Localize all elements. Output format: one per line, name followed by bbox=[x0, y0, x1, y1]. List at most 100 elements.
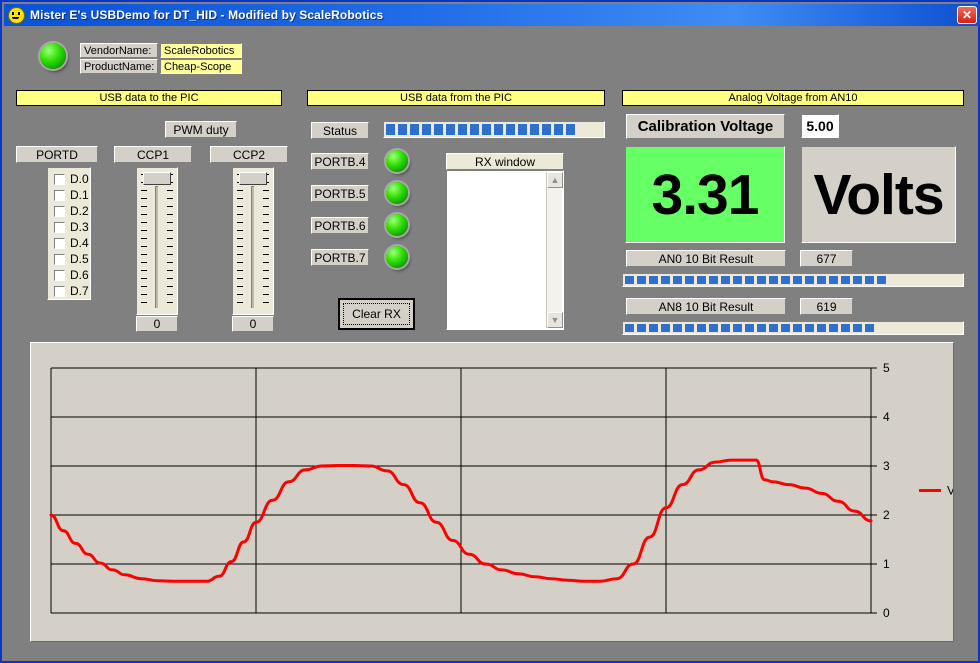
calibration-voltage-input[interactable]: 5.00 bbox=[801, 114, 839, 138]
usb-to-pic-header: USB data to the PIC bbox=[16, 90, 282, 106]
bar-segment bbox=[530, 124, 539, 135]
bar-segment bbox=[745, 324, 754, 332]
y-tick-label: 2 bbox=[883, 508, 890, 522]
bar-segment bbox=[542, 124, 551, 135]
bar-segment bbox=[709, 324, 718, 332]
bar-segment bbox=[733, 276, 742, 284]
ccp1-slider[interactable] bbox=[136, 167, 178, 315]
portd-bit-row: D.0 bbox=[54, 171, 90, 187]
bar-segment bbox=[410, 124, 419, 135]
bar-segment bbox=[625, 276, 634, 284]
bar-segment bbox=[398, 124, 407, 135]
smiley-icon bbox=[8, 7, 25, 24]
bar-segment bbox=[637, 276, 646, 284]
ccp2-slider-thumb[interactable] bbox=[239, 172, 267, 185]
bar-segment bbox=[769, 276, 778, 284]
title-bar: Mister E's USBDemo for DT_HID - Modified… bbox=[4, 4, 980, 26]
rx-window-scrollbar[interactable]: ▲ ▼ bbox=[546, 172, 562, 328]
application-window: Mister E's USBDemo for DT_HID - Modified… bbox=[0, 0, 980, 663]
voltage-chart: 012345Volts bbox=[31, 343, 953, 641]
portd-bit-row: D.6 bbox=[54, 267, 90, 283]
bar-segment bbox=[649, 324, 658, 332]
portd-checkbox-label: D.0 bbox=[70, 172, 89, 186]
ccp2-ticks-right bbox=[263, 174, 269, 310]
bar-segment bbox=[721, 324, 730, 332]
bar-segment bbox=[458, 124, 467, 135]
ccp2-value: 0 bbox=[232, 316, 274, 332]
product-name-label: ProductName: bbox=[80, 59, 158, 74]
pwm-duty-label: PWM duty bbox=[165, 121, 237, 138]
bar-segment bbox=[853, 276, 862, 284]
ccp1-slider-track bbox=[155, 186, 158, 308]
scroll-up-icon[interactable]: ▲ bbox=[547, 172, 563, 188]
usb-from-pic-header: USB data from the PIC bbox=[307, 90, 605, 106]
y-tick-label: 0 bbox=[883, 606, 890, 620]
ccp2-label: CCP2 bbox=[210, 146, 288, 163]
bar-segment bbox=[877, 276, 886, 284]
portd-checkbox-label: D.4 bbox=[70, 236, 89, 250]
bar-segment bbox=[554, 124, 563, 135]
scroll-down-icon[interactable]: ▼ bbox=[547, 312, 563, 328]
ccp2-slider[interactable] bbox=[232, 167, 274, 315]
portd-checkbox-label: D.6 bbox=[70, 268, 89, 282]
voltage-reading-display: 3.31 bbox=[625, 146, 785, 243]
bar-segment bbox=[637, 324, 646, 332]
bar-segment bbox=[793, 276, 802, 284]
bar-segment bbox=[829, 324, 838, 332]
bar-segment bbox=[853, 324, 862, 332]
portd-label: PORTD bbox=[16, 146, 98, 163]
window-title: Mister E's USBDemo for DT_HID - Modified… bbox=[30, 8, 383, 22]
portd-checkbox-1[interactable] bbox=[54, 190, 65, 201]
ccp1-slider-thumb[interactable] bbox=[143, 172, 171, 185]
bar-segment bbox=[781, 324, 790, 332]
bar-segment bbox=[841, 324, 850, 332]
bar-segment bbox=[697, 276, 706, 284]
vendor-name-value: ScaleRobotics bbox=[160, 43, 242, 58]
ccp1-label: CCP1 bbox=[114, 146, 192, 163]
close-icon[interactable]: ✕ bbox=[957, 6, 977, 24]
bar-segment bbox=[769, 324, 778, 332]
portd-checkbox-3[interactable] bbox=[54, 222, 65, 233]
product-name-value: Cheap-Scope bbox=[160, 59, 242, 74]
portd-checkbox-5[interactable] bbox=[54, 254, 65, 265]
bar-segment bbox=[865, 324, 874, 332]
bar-segment bbox=[721, 276, 730, 284]
clear-rx-button[interactable]: Clear RX bbox=[338, 298, 415, 330]
portd-checkbox-6[interactable] bbox=[54, 270, 65, 281]
vendor-name-label: VendorName: bbox=[80, 43, 158, 58]
portd-checkbox-0[interactable] bbox=[54, 174, 65, 185]
bar-segment bbox=[697, 324, 706, 332]
portd-checkbox-2[interactable] bbox=[54, 206, 65, 217]
portd-checkbox-label: D.3 bbox=[70, 220, 89, 234]
voltage-unit-display: Volts bbox=[801, 146, 956, 243]
bar-segment bbox=[506, 124, 515, 135]
portd-bit-row: D.4 bbox=[54, 235, 90, 251]
bar-segment bbox=[422, 124, 431, 135]
rx-window-textarea[interactable]: ▲ ▼ bbox=[446, 170, 564, 330]
bar-segment bbox=[661, 276, 670, 284]
portd-bit-row: D.2 bbox=[54, 203, 90, 219]
bar-segment bbox=[733, 324, 742, 332]
bar-segment bbox=[673, 276, 682, 284]
portb4-led bbox=[386, 150, 408, 172]
an8-bar bbox=[622, 321, 964, 335]
portd-checkbox-4[interactable] bbox=[54, 238, 65, 249]
an0-result-label: AN0 10 Bit Result bbox=[626, 250, 786, 267]
bar-segment bbox=[685, 324, 694, 332]
ccp2-slider-track bbox=[251, 186, 254, 308]
connection-led bbox=[40, 43, 66, 69]
legend-label: Volts bbox=[947, 484, 953, 498]
bar-segment bbox=[757, 324, 766, 332]
calibration-voltage-button[interactable]: Calibration Voltage bbox=[626, 114, 785, 139]
bar-segment bbox=[805, 276, 814, 284]
an8-result-value: 619 bbox=[800, 298, 853, 315]
portd-checkbox-7[interactable] bbox=[54, 286, 65, 297]
portb6-led bbox=[386, 214, 408, 236]
portd-checkbox-label: D.5 bbox=[70, 252, 89, 266]
portd-bit-row: D.1 bbox=[54, 187, 90, 203]
portd-checkbox-group: D.0D.1D.2D.3D.4D.5D.6D.7 bbox=[47, 167, 91, 300]
portb6-label: PORTB.6 bbox=[311, 217, 369, 234]
bar-segment bbox=[470, 124, 479, 135]
bar-segment bbox=[781, 276, 790, 284]
y-tick-label: 1 bbox=[883, 557, 890, 571]
